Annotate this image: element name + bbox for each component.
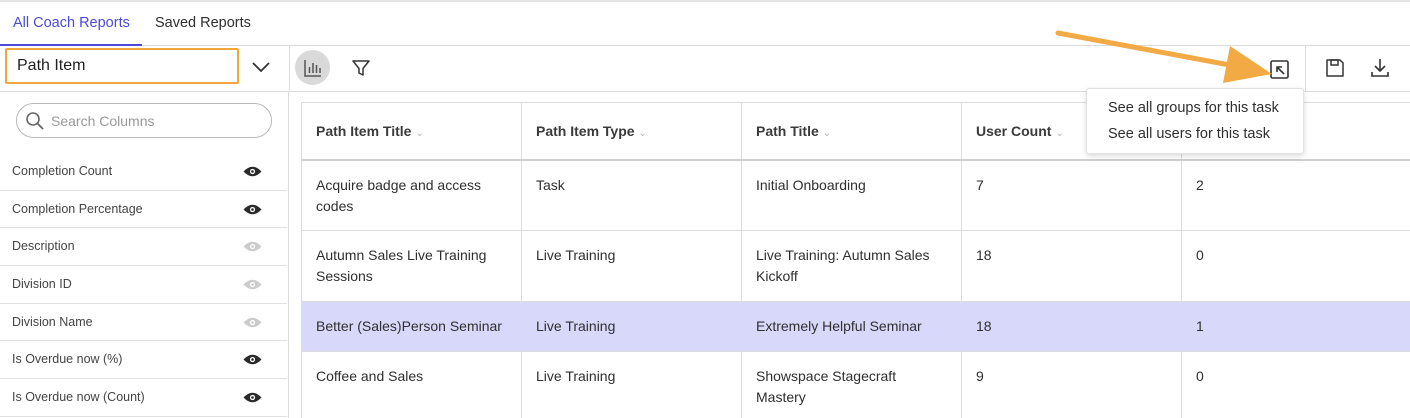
column-item[interactable]: Completion Count xyxy=(0,153,287,191)
eye-icon[interactable] xyxy=(243,353,262,366)
column-item[interactable]: Is Overdue now (%) xyxy=(0,341,287,380)
report-toolbar: Path Item xyxy=(0,46,1410,92)
chart-view-button[interactable] xyxy=(295,50,330,85)
eye-off-icon[interactable] xyxy=(243,240,262,253)
download-icon[interactable] xyxy=(1369,57,1391,79)
table-cell: Task xyxy=(521,159,742,231)
table-cell: Coffee and Sales xyxy=(301,351,522,418)
toolbar-divider xyxy=(289,46,290,92)
column-header-label: Path Item Title xyxy=(316,122,412,139)
eye-icon[interactable] xyxy=(243,391,262,404)
export-menu: See all groups for this task See all use… xyxy=(1086,88,1304,154)
sort-chevron-icon[interactable]: ⌄ xyxy=(415,128,423,139)
table-row[interactable]: Acquire badge and access codes Task Init… xyxy=(301,159,1410,231)
table-cell: Extremely Helpful Seminar xyxy=(741,301,962,352)
save-icon[interactable] xyxy=(1324,57,1346,79)
search-columns-input[interactable] xyxy=(51,104,261,137)
filter-icon[interactable] xyxy=(350,57,372,79)
table-cell: Autumn Sales Live Training Sessions xyxy=(301,230,522,302)
tab-saved-reports[interactable]: Saved Reports xyxy=(155,2,265,45)
column-item[interactable]: Completion Percentage xyxy=(0,191,287,229)
chevron-down-icon[interactable] xyxy=(248,54,274,80)
table-cell: Initial Onboarding xyxy=(741,159,962,231)
table-cell: 9 xyxy=(961,351,1182,418)
report-tabs: All Coach Reports Saved Reports xyxy=(0,2,1410,46)
column-header[interactable]: Path Item Type ⌄ xyxy=(521,102,742,160)
column-header-label: Path Item Type xyxy=(536,122,635,139)
eye-off-icon[interactable] xyxy=(243,316,262,329)
eye-off-icon[interactable] xyxy=(243,278,262,291)
table-cell: 18 xyxy=(961,230,1182,302)
column-label: Is Overdue now (%) xyxy=(12,352,123,367)
column-header-label: User Count xyxy=(976,122,1052,139)
sort-chevron-icon[interactable]: ⌄ xyxy=(639,128,647,139)
table-cell: Live Training: Autumn Sales Kickoff xyxy=(741,230,962,302)
column-header[interactable]: Path Item Title ⌄ xyxy=(301,102,522,160)
table-cell: 2 xyxy=(1181,159,1410,231)
table-cell: 7 xyxy=(961,159,1182,231)
menu-item-see-all-groups[interactable]: See all groups for this task xyxy=(1087,97,1303,123)
column-label: Description xyxy=(12,239,75,254)
column-label: Completion Count xyxy=(12,164,113,178)
table-cell: 0 xyxy=(1181,230,1410,302)
table-row[interactable]: Coffee and Sales Live Training Showspace… xyxy=(301,351,1410,418)
table-cell: Live Training xyxy=(521,301,742,352)
column-label: Division ID xyxy=(12,277,72,292)
table-cell: Showspace Stagecraft Mastery xyxy=(741,351,962,418)
eye-icon[interactable] xyxy=(243,203,262,216)
column-header[interactable]: Path Title ⌄ xyxy=(741,102,962,160)
export-icon[interactable] xyxy=(1268,58,1292,82)
table-row-selected[interactable]: Better (Sales)Person Seminar Live Traini… xyxy=(301,301,1410,352)
search-icon xyxy=(26,112,44,130)
search-columns-box xyxy=(16,103,272,138)
table-cell: Live Training xyxy=(521,351,742,418)
table-cell: 1 xyxy=(1181,301,1410,352)
toolbar-divider-right xyxy=(1305,46,1306,92)
table-cell: Acquire badge and access codes xyxy=(301,159,522,231)
table-cell: Better (Sales)Person Seminar xyxy=(301,301,522,352)
eye-icon[interactable] xyxy=(243,165,262,178)
column-item[interactable]: Division Name xyxy=(0,304,287,342)
bar-chart-icon xyxy=(303,59,321,77)
column-label: Is Overdue now (Count) xyxy=(12,390,145,405)
menu-item-see-all-users[interactable]: See all users for this task xyxy=(1087,123,1303,149)
table-cell: 18 xyxy=(961,301,1182,352)
column-label: Completion Percentage xyxy=(12,201,143,216)
table-cell: Live Training xyxy=(521,230,742,302)
column-list: Completion Count Completion Percentage D… xyxy=(0,153,287,417)
column-item[interactable]: Description xyxy=(0,228,287,267)
sort-chevron-icon[interactable]: ⌄ xyxy=(1055,128,1063,139)
tab-all-coach-reports[interactable]: All Coach Reports xyxy=(0,2,142,46)
column-header-label: Path Title xyxy=(756,122,819,139)
table-row[interactable]: Autumn Sales Live Training Sessions Live… xyxy=(301,230,1410,302)
column-item[interactable]: Division ID xyxy=(0,266,287,304)
group-by-select[interactable]: Path Item xyxy=(5,48,239,84)
table-cell: 0 xyxy=(1181,351,1410,418)
column-item[interactable]: Is Overdue now (Count) xyxy=(0,379,287,417)
sort-chevron-icon[interactable]: ⌄ xyxy=(823,128,831,139)
column-label: Division Name xyxy=(12,314,93,329)
columns-sidebar: Completion Count Completion Percentage D… xyxy=(0,92,289,418)
